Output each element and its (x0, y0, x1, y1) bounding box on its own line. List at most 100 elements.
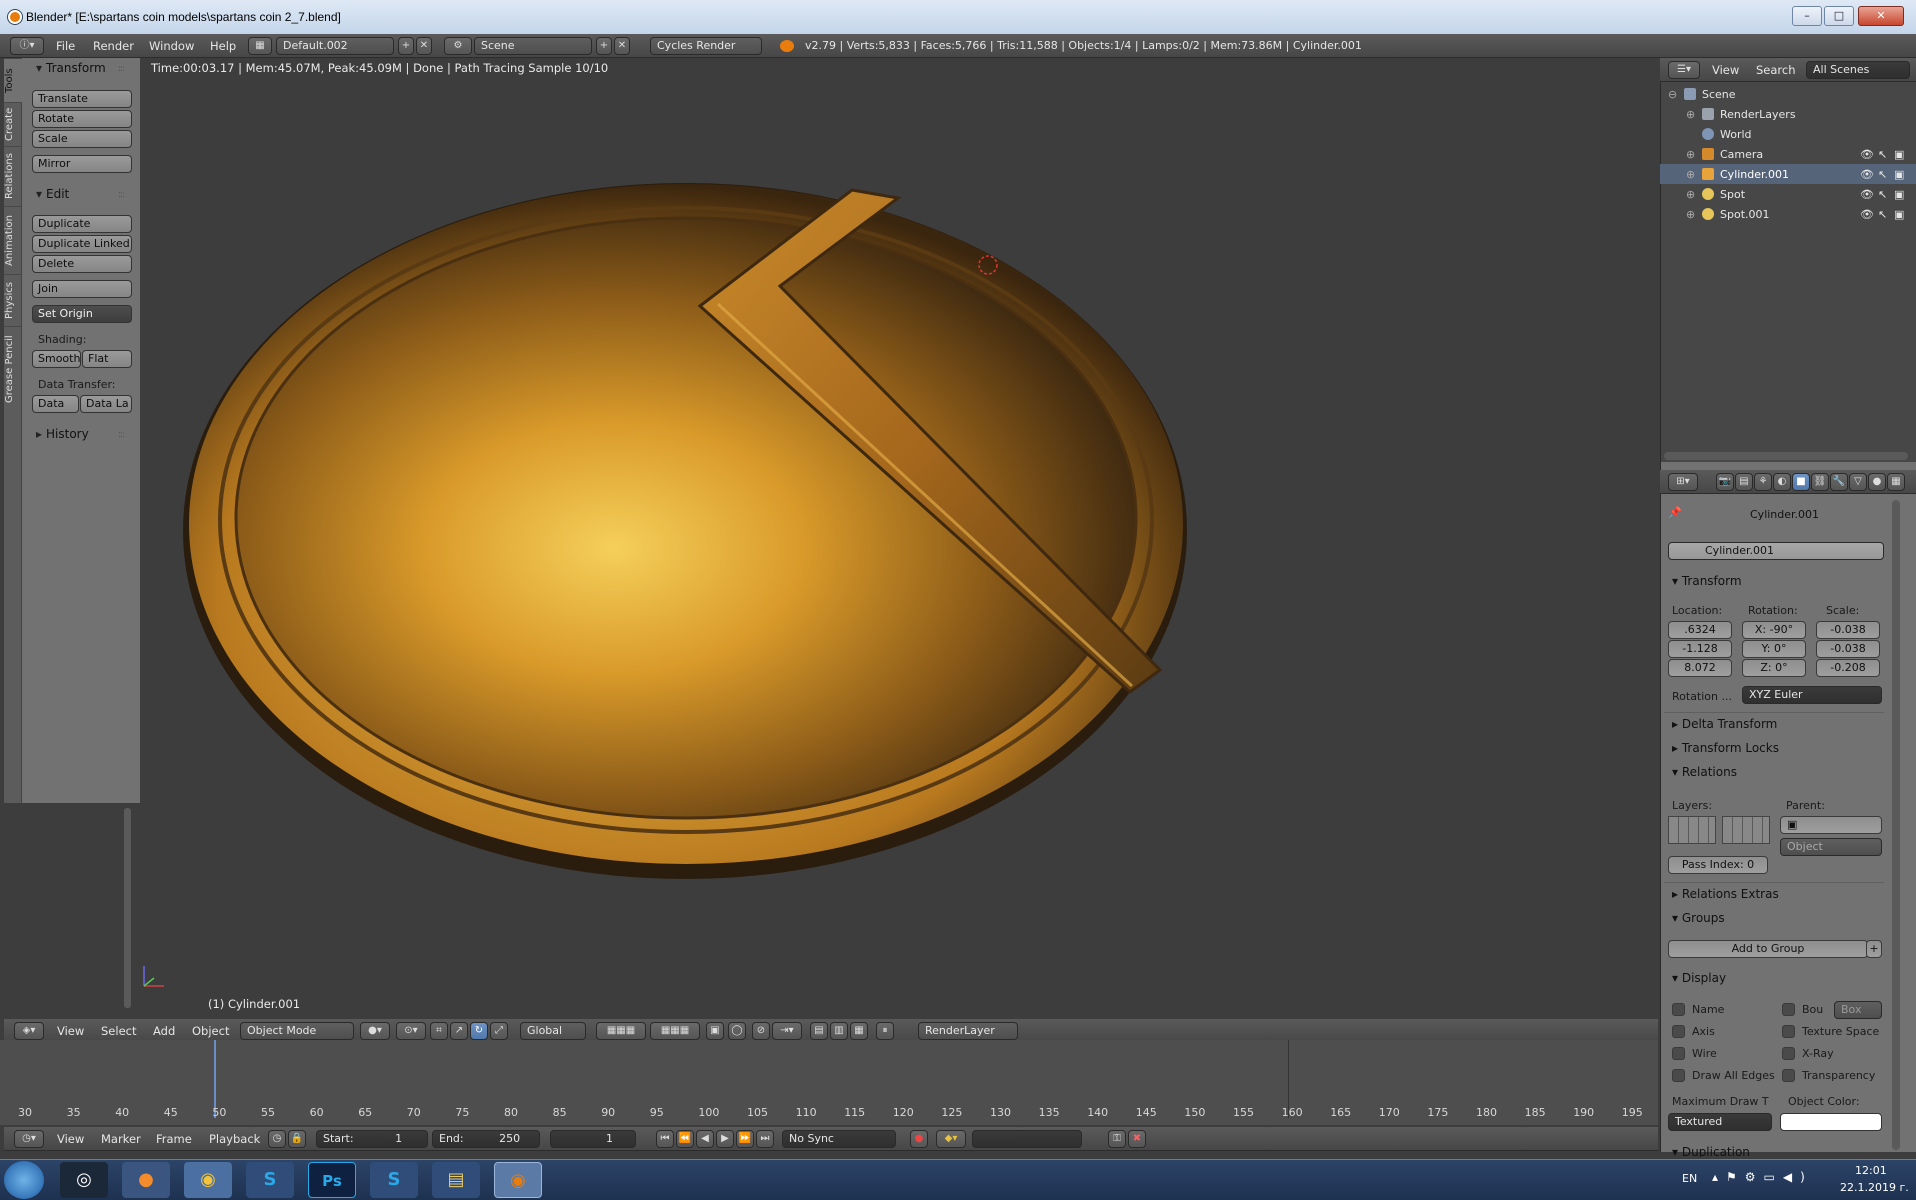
bounds-type-select[interactable]: Box (1834, 1001, 1882, 1019)
language-indicator[interactable]: EN (1682, 1172, 1697, 1185)
current-frame-field[interactable]: 1 (550, 1130, 636, 1148)
object-name-field[interactable]: Cylinder.001 (1668, 542, 1884, 560)
properties-scrollbar[interactable] (1892, 500, 1900, 1150)
expand-icon[interactable]: ⊖ (1668, 88, 1677, 101)
render-toggle-icon[interactable]: ▣ (1894, 208, 1904, 221)
screen-layout-field[interactable]: Default.002 (276, 37, 394, 55)
transparency-checkbox[interactable] (1782, 1069, 1795, 1082)
rotation-y-field[interactable]: Y: 0° (1742, 640, 1806, 658)
add-to-group-button[interactable]: Add to Group (1668, 940, 1868, 958)
outliner-row-camera[interactable]: ⊕ Camera 👁 ↖ ▣ (1660, 144, 1916, 164)
render-toggle-icon[interactable]: ▣ (1894, 188, 1904, 201)
history-panel-header[interactable]: ▸ History (36, 427, 89, 441)
visibility-eye-icon[interactable]: 👁 (1860, 208, 1874, 221)
name-checkbox[interactable] (1672, 1003, 1685, 1016)
delete-screen-icon[interactable]: ✕ (416, 37, 432, 55)
select-arrow-icon[interactable]: ↖ (1878, 188, 1887, 201)
editor-type-outliner-icon[interactable]: ☰▾ (1668, 61, 1700, 79)
max-draw-type-select[interactable]: Textured (1668, 1113, 1772, 1131)
expand-icon[interactable]: ⊕ (1686, 188, 1695, 201)
menu-add[interactable]: Add (153, 1024, 175, 1038)
bounds-checkbox[interactable] (1782, 1003, 1795, 1016)
clock-time[interactable]: 12:01 (1855, 1164, 1887, 1177)
outliner-row-spot-001[interactable]: ⊕ Spot.001 👁 ↖ ▣ (1660, 204, 1916, 224)
play-reverse-icon[interactable]: ◀ (696, 1130, 714, 1148)
rendered-coin[interactable] (140, 58, 1658, 1019)
editor-type-properties-icon[interactable]: ⊞▾ (1668, 473, 1698, 491)
snap-icon[interactable]: ⊘ (752, 1022, 770, 1040)
add-group-plus-icon[interactable]: + (1866, 940, 1882, 958)
timeline-menu-frame[interactable]: Frame (156, 1132, 192, 1146)
visibility-eye-icon[interactable]: 👁 (1860, 168, 1874, 181)
draw-all-edges-checkbox[interactable] (1672, 1069, 1685, 1082)
tab-create[interactable]: Create (4, 102, 22, 146)
editor-type-timeline-icon[interactable]: ◷▾ (14, 1130, 44, 1148)
menu-view[interactable]: View (57, 1024, 84, 1038)
delete-scene-icon[interactable]: ✕ (614, 37, 630, 55)
outliner-menu-view[interactable]: View (1712, 63, 1739, 77)
relations-extras-header[interactable]: ▸ Relations Extras (1672, 887, 1779, 901)
smooth-button[interactable]: Smooth (32, 350, 81, 368)
visibility-eye-icon[interactable]: 👁 (1860, 188, 1874, 201)
start-button[interactable] (4, 1161, 44, 1199)
outliner-row-renderlayers[interactable]: ⊕ RenderLayers (1660, 104, 1916, 124)
editor-type-info-icon[interactable]: ⓘ▾ (10, 37, 44, 55)
menu-file[interactable]: File (56, 39, 75, 53)
orientation-select[interactable]: Global (520, 1022, 586, 1040)
join-button[interactable]: Join (32, 280, 132, 298)
mirror-button[interactable]: Mirror (32, 155, 132, 173)
expand-icon[interactable]: ⊕ (1686, 168, 1695, 181)
location-z-field[interactable]: 8.072 (1668, 659, 1732, 677)
tool-shelf-scrollbar[interactable] (124, 808, 131, 1008)
object-color-swatch[interactable] (1780, 1113, 1882, 1131)
screen-layout-icon[interactable]: ▦ (248, 37, 272, 55)
texture-space-checkbox[interactable] (1782, 1025, 1795, 1038)
tab-animation[interactable]: Animation (4, 206, 22, 274)
layers-grid-b[interactable] (1722, 816, 1770, 844)
data-tab-icon[interactable]: ▽ (1849, 473, 1867, 491)
translate-button[interactable]: Translate (32, 90, 132, 108)
display-header[interactable]: ▾ Display (1672, 971, 1726, 985)
render-engine-select[interactable]: Cycles Render (650, 37, 762, 55)
outliner-menu-search[interactable]: Search (1756, 63, 1796, 77)
add-screen-icon[interactable]: + (398, 37, 414, 55)
render-toggle-icon[interactable]: ▣ (1894, 168, 1904, 181)
jump-end-icon[interactable]: ⏭ (756, 1130, 774, 1148)
data-transfer-button[interactable]: Data (32, 395, 79, 413)
rotate-manipulator-icon[interactable]: ↻ (470, 1022, 488, 1040)
next-keyframe-icon[interactable]: ⏩ (736, 1130, 754, 1148)
translate-manipulator-icon[interactable]: ↗ (450, 1022, 468, 1040)
prev-keyframe-icon[interactable]: ⏪ (676, 1130, 694, 1148)
panel-grip-icon[interactable]: ::: (118, 190, 125, 200)
pivot-icon[interactable]: ⊙▾ (396, 1022, 426, 1040)
select-arrow-icon[interactable]: ↖ (1878, 208, 1887, 221)
minimize-button[interactable]: – (1792, 6, 1822, 26)
rotate-button[interactable]: Rotate (32, 110, 132, 128)
select-arrow-icon[interactable]: ↖ (1878, 148, 1887, 161)
location-x-field[interactable]: .6324 (1668, 621, 1732, 639)
set-origin-select[interactable]: Set Origin (32, 305, 132, 323)
scene-field[interactable]: Scene (474, 37, 592, 55)
preview-range-icon[interactable]: ◷ (268, 1130, 286, 1148)
render-preview-icon[interactable]: ▦ (850, 1022, 868, 1040)
keying-set-icon[interactable]: ◆▾ (936, 1130, 966, 1148)
maximize-button[interactable]: □ (1824, 6, 1854, 26)
transform-section-header[interactable]: ▾ Transform (1672, 574, 1742, 588)
edit-panel-header[interactable]: ▾ Edit (36, 187, 69, 201)
clock-date[interactable]: 22.1.2019 г. (1840, 1181, 1909, 1194)
delete-button[interactable]: Delete (32, 255, 132, 273)
jump-start-icon[interactable]: ⏮ (656, 1130, 674, 1148)
scale-button[interactable]: Scale (32, 130, 132, 148)
outliner-row-spot[interactable]: ⊕ Spot 👁 ↖ ▣ (1660, 184, 1916, 204)
close-button[interactable]: ✕ (1858, 6, 1904, 26)
snap-element-icon[interactable]: ⇥▾ (772, 1022, 802, 1040)
pin-icon[interactable]: 📌 (1668, 506, 1682, 519)
material-tab-icon[interactable]: ● (1868, 473, 1886, 491)
rotation-x-field[interactable]: X: -90° (1742, 621, 1806, 639)
shading-mode-icon[interactable]: ●▾ (360, 1022, 390, 1040)
keying-set-field[interactable] (972, 1130, 1082, 1148)
rotation-mode-select[interactable]: XYZ Euler (1742, 686, 1882, 704)
world-tab-icon[interactable]: ◐ (1773, 473, 1791, 491)
outliner-scrollbar[interactable] (1664, 452, 1908, 460)
menu-render[interactable]: Render (93, 39, 134, 53)
